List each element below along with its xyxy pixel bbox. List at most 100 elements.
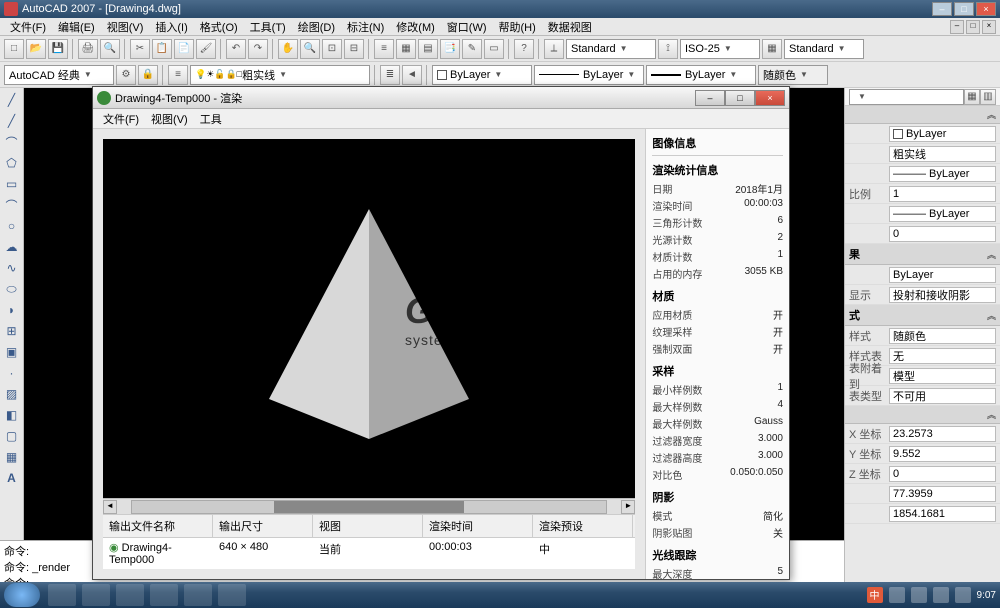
spline-icon[interactable]: ∿ — [2, 258, 22, 278]
prop-shadow[interactable]: 投射和接收阴影 — [889, 287, 996, 303]
menu-edit[interactable]: 编辑(E) — [52, 19, 101, 35]
props-section-3d[interactable]: 果︽ — [845, 244, 1000, 265]
render-close-button[interactable]: × — [755, 90, 785, 106]
prop-tabletype[interactable]: 不可用 — [889, 388, 996, 404]
task-excel-icon[interactable] — [116, 584, 144, 606]
matchprop-button[interactable]: 🖌 — [196, 39, 216, 59]
object-type-combo[interactable]: ▼ — [849, 89, 964, 105]
gradient-icon[interactable]: ◧ — [2, 405, 22, 425]
workspace-combo[interactable]: AutoCAD 经典▼ — [4, 65, 114, 85]
menu-format[interactable]: 格式(O) — [194, 19, 244, 35]
paste-button[interactable]: 📄 — [174, 39, 194, 59]
workspace-save-button[interactable]: ⚙ — [116, 65, 136, 85]
help-button[interactable]: ? — [514, 39, 534, 59]
prop-color[interactable]: ByLayer — [889, 126, 996, 142]
cut-button[interactable]: ✂ — [130, 39, 150, 59]
region-icon[interactable]: ▢ — [2, 426, 22, 446]
scroll-left-button[interactable]: ◄ — [103, 500, 117, 514]
props-section-view[interactable]: ︽ — [845, 406, 1000, 424]
prop-lineweight[interactable]: ——— ByLayer — [889, 206, 996, 222]
task-app-icon[interactable] — [150, 584, 178, 606]
menu-view[interactable]: 视图(V) — [101, 19, 150, 35]
task-autocad-icon[interactable] — [184, 584, 212, 606]
scroll-track[interactable] — [131, 500, 607, 514]
render-scrollbar[interactable]: ◄ ► — [103, 498, 635, 514]
render-min-button[interactable]: – — [695, 90, 725, 106]
menu-insert[interactable]: 插入(I) — [149, 19, 193, 35]
dimstyle-icon[interactable]: ⟟ — [658, 39, 678, 59]
markup-button[interactable]: ✎ — [462, 39, 482, 59]
layer-combo[interactable]: 💡☀🔓🔒□ 粗实线▼ — [190, 65, 370, 85]
props-section-plot[interactable]: 式︽ — [845, 305, 1000, 326]
lineweight-combo[interactable]: ByLayer▼ — [646, 65, 756, 85]
prop-height[interactable]: 77.3959 — [889, 486, 996, 502]
prop-width[interactable]: 1854.1681 — [889, 506, 996, 522]
dimstyle-combo[interactable]: ISO-25▼ — [680, 39, 760, 59]
print-button[interactable]: 🖨 — [78, 39, 98, 59]
maximize-button[interactable]: □ — [954, 2, 974, 16]
menu-file[interactable]: 文件(F) — [4, 19, 52, 35]
save-button[interactable]: 💾 — [48, 39, 68, 59]
minimize-button[interactable]: – — [932, 2, 952, 16]
col-size[interactable]: 输出尺寸 — [213, 515, 313, 537]
preview-button[interactable]: 🔍 — [100, 39, 120, 59]
hatch-icon[interactable]: ▨ — [2, 384, 22, 404]
layer-props-button[interactable]: ≡ — [168, 65, 188, 85]
layer-prev-button[interactable]: ◄ — [402, 65, 422, 85]
prop-material[interactable]: ByLayer — [889, 267, 996, 283]
color-combo[interactable]: ByLayer▼ — [432, 65, 532, 85]
prop-attach[interactable]: 模型 — [889, 368, 996, 384]
mdi-restore-button[interactable]: □ — [966, 20, 980, 34]
properties-button[interactable]: ≡ — [374, 39, 394, 59]
tray-battery-icon[interactable] — [933, 587, 949, 603]
tray-network-icon[interactable] — [911, 587, 927, 603]
rectangle-icon[interactable]: ▭ — [2, 174, 22, 194]
menu-modify[interactable]: 修改(M) — [390, 19, 441, 35]
textstyle-combo[interactable]: Standard▼ — [566, 39, 656, 59]
render-menu-tools[interactable]: 工具 — [194, 111, 228, 127]
table-row[interactable]: ◉ Drawing4-Temp000 640 × 480 当前 00:00:03… — [103, 538, 635, 569]
designcenter-button[interactable]: ▦ — [396, 39, 416, 59]
col-filename[interactable]: 输出文件名称 — [103, 515, 213, 537]
dim-icon[interactable]: ⟂ — [544, 39, 564, 59]
point-icon[interactable]: · — [2, 363, 22, 383]
insert-icon[interactable]: ⊞ — [2, 321, 22, 341]
prop-ltscale[interactable]: 1 — [889, 186, 996, 202]
zoom-button[interactable]: 🔍 — [300, 39, 320, 59]
task-explorer-icon[interactable] — [48, 584, 76, 606]
mdi-minimize-button[interactable]: – — [950, 20, 964, 34]
circle-icon[interactable]: ○ — [2, 216, 22, 236]
scroll-right-button[interactable]: ► — [621, 500, 635, 514]
undo-button[interactable]: ↶ — [226, 39, 246, 59]
col-preset[interactable]: 渲染预设 — [533, 515, 633, 537]
ellipse-icon[interactable]: ⬭ — [2, 279, 22, 299]
toolpalettes-button[interactable]: ▤ — [418, 39, 438, 59]
menu-tools[interactable]: 工具(T) — [244, 19, 292, 35]
plotstyle-combo[interactable]: 随颜色▼ — [758, 65, 828, 85]
layer-state-button[interactable]: ≣ — [380, 65, 400, 85]
pick-add-icon[interactable]: ▥ — [980, 89, 996, 105]
prop-linetype[interactable]: ——— ByLayer — [889, 166, 996, 182]
tablestyle-icon[interactable]: ▦ — [762, 39, 782, 59]
block-icon[interactable]: ▣ — [2, 342, 22, 362]
sheetset-button[interactable]: 📑 — [440, 39, 460, 59]
pan-button[interactable]: ✋ — [278, 39, 298, 59]
render-menu-file[interactable]: 文件(F) — [97, 111, 145, 127]
quick-select-icon[interactable]: ▦ — [964, 89, 980, 105]
prop-center-y[interactable]: 9.552 — [889, 446, 996, 462]
menu-dim[interactable]: 标注(N) — [341, 19, 390, 35]
start-button[interactable] — [4, 583, 40, 607]
prop-layer[interactable]: 粗实线 — [889, 146, 996, 162]
prop-plotstyle[interactable]: 随颜色 — [889, 328, 996, 344]
workspace-settings-button[interactable]: 🔒 — [138, 65, 158, 85]
mdi-close-button[interactable]: × — [982, 20, 996, 34]
open-button[interactable]: 📂 — [26, 39, 46, 59]
menu-window[interactable]: 窗口(W) — [441, 19, 493, 35]
table-icon[interactable]: ▦ — [2, 447, 22, 467]
revcloud-icon[interactable]: ☁ — [2, 237, 22, 257]
task-browser-icon[interactable] — [82, 584, 110, 606]
props-section-general[interactable]: ︽ — [845, 106, 1000, 124]
polygon-icon[interactable]: ⬠ — [2, 153, 22, 173]
mtext-icon[interactable]: A — [2, 468, 22, 488]
close-button[interactable]: × — [976, 2, 996, 16]
